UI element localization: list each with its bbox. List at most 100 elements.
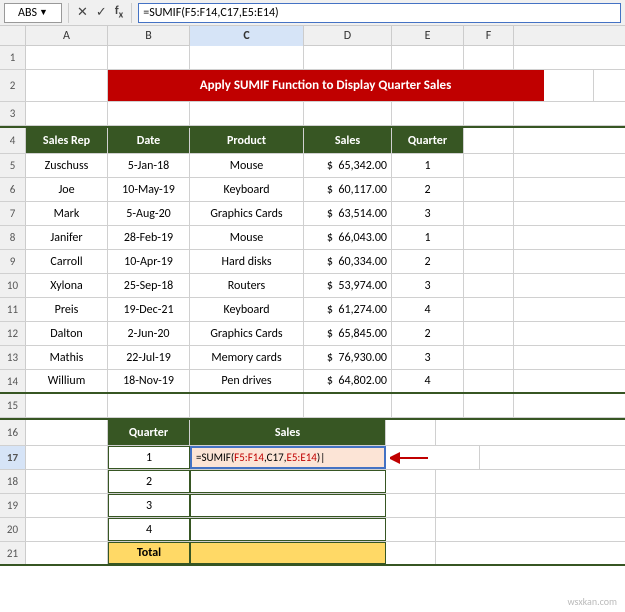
cell-quarter-9[interactable]: 2: [392, 250, 464, 273]
cancel-icon[interactable]: ✕: [75, 5, 90, 20]
cell-salesrep-7[interactable]: Mark: [26, 202, 108, 225]
cell-date-14[interactable]: 18-Nov-19: [108, 370, 190, 392]
cell-product-11[interactable]: Keyboard: [190, 298, 304, 321]
cell-f21[interactable]: [386, 542, 436, 564]
cell-sales-8[interactable]: $ 66,043.00: [304, 226, 392, 249]
cell-f2[interactable]: [544, 70, 594, 101]
cell-a15[interactable]: [26, 394, 108, 417]
cell-salesrep-5[interactable]: Zuschuss: [26, 154, 108, 177]
cell-product-6[interactable]: Keyboard: [190, 178, 304, 201]
cell-c1[interactable]: [190, 46, 304, 69]
cell-f19[interactable]: [386, 494, 436, 517]
cell-quarter-19[interactable]: 3: [108, 494, 190, 517]
cell-date-6[interactable]: 10-May-19: [108, 178, 190, 201]
cell-quarter-12[interactable]: 2: [392, 322, 464, 345]
cell-date-10[interactable]: 25-Sep-18: [108, 274, 190, 297]
cell-f6[interactable]: [464, 178, 514, 201]
cell-sales-13[interactable]: $ 76,930.00: [304, 346, 392, 369]
cell-f13[interactable]: [464, 346, 514, 369]
cell-f11[interactable]: [464, 298, 514, 321]
cell-d1[interactable]: [304, 46, 392, 69]
col-header-c[interactable]: B: [108, 26, 190, 46]
cell-sales-11[interactable]: $ 61,274.00: [304, 298, 392, 321]
cell-a20[interactable]: [26, 518, 108, 541]
cell-sales-9[interactable]: $ 60,334.00: [304, 250, 392, 273]
cell-f8[interactable]: [464, 226, 514, 249]
cell-a1[interactable]: [26, 46, 108, 69]
cell-sales-18[interactable]: [190, 470, 386, 493]
cell-f7[interactable]: [464, 202, 514, 225]
cell-f1[interactable]: [464, 46, 514, 69]
cell-product-8[interactable]: Mouse: [190, 226, 304, 249]
cell-quarter-8[interactable]: 1: [392, 226, 464, 249]
cell-f14[interactable]: [464, 370, 514, 392]
cell-f5[interactable]: [464, 154, 514, 177]
cell-sales-12[interactable]: $ 65,845.00: [304, 322, 392, 345]
cell-salesrep-14[interactable]: Willium: [26, 370, 108, 392]
col-header-e[interactable]: D: [304, 26, 392, 46]
cell-d3[interactable]: [304, 102, 392, 125]
cell-salesrep-8[interactable]: Janifer: [26, 226, 108, 249]
cell-sales-7[interactable]: $ 63,514.00: [304, 202, 392, 225]
cell-f3[interactable]: [464, 102, 514, 125]
cell-f17[interactable]: [430, 446, 480, 469]
cell-f15[interactable]: [464, 394, 514, 417]
cell-sales-14[interactable]: $ 64,802.00: [304, 370, 392, 392]
insert-function-icon[interactable]: fx: [113, 4, 125, 20]
cell-sales-20[interactable]: [190, 518, 386, 541]
col-header-d[interactable]: C: [190, 26, 304, 46]
cell-a17[interactable]: [26, 446, 108, 469]
cell-f20[interactable]: [386, 518, 436, 541]
cell-salesrep-9[interactable]: Carroll: [26, 250, 108, 273]
cell-a3[interactable]: [26, 102, 108, 125]
dropdown-icon[interactable]: ▼: [39, 7, 48, 18]
cell-quarter-20[interactable]: 4: [108, 518, 190, 541]
cell-quarter-11[interactable]: 4: [392, 298, 464, 321]
cell-f12[interactable]: [464, 322, 514, 345]
cell-a18[interactable]: [26, 470, 108, 493]
confirm-icon[interactable]: ✓: [94, 5, 109, 20]
cell-quarter-18[interactable]: 2: [108, 470, 190, 493]
cell-sales-6[interactable]: $ 60,117.00: [304, 178, 392, 201]
cell-b15[interactable]: [108, 394, 190, 417]
cell-product-12[interactable]: Graphics Cards: [190, 322, 304, 345]
cell-e15[interactable]: [392, 394, 464, 417]
cell-c15[interactable]: [190, 394, 304, 417]
cell-b3[interactable]: [108, 102, 190, 125]
cell-a2[interactable]: [26, 70, 108, 101]
cell-formula-17[interactable]: =SUMIF(F5:F14,C17,E5:E14)|: [190, 446, 386, 469]
cell-product-14[interactable]: Pen drives: [190, 370, 304, 392]
cell-f16[interactable]: [386, 420, 436, 445]
formula-input[interactable]: [138, 3, 621, 23]
cell-quarter-17[interactable]: 1: [108, 446, 190, 469]
cell-salesrep-6[interactable]: Joe: [26, 178, 108, 201]
cell-product-7[interactable]: Graphics Cards: [190, 202, 304, 225]
cell-e3[interactable]: [392, 102, 464, 125]
cell-sales-10[interactable]: $ 53,974.00: [304, 274, 392, 297]
col-header-f[interactable]: E: [392, 26, 464, 46]
cell-date-11[interactable]: 19-Dec-21: [108, 298, 190, 321]
cell-product-10[interactable]: Routers: [190, 274, 304, 297]
cell-date-9[interactable]: 10-Apr-19: [108, 250, 190, 273]
cell-f9[interactable]: [464, 250, 514, 273]
cell-f18[interactable]: [386, 470, 436, 493]
cell-date-8[interactable]: 28-Feb-19: [108, 226, 190, 249]
cell-reference-box[interactable]: ABS ▼: [4, 3, 62, 23]
cell-quarter-5[interactable]: 1: [392, 154, 464, 177]
cell-salesrep-13[interactable]: Mathis: [26, 346, 108, 369]
cell-quarter-10[interactable]: 3: [392, 274, 464, 297]
cell-b1[interactable]: [108, 46, 190, 69]
cell-c3[interactable]: [190, 102, 304, 125]
cell-date-5[interactable]: 5-Jan-18: [108, 154, 190, 177]
cell-a21[interactable]: [26, 542, 108, 564]
cell-sales-5[interactable]: $ 65,342.00: [304, 154, 392, 177]
cell-product-13[interactable]: Memory cards: [190, 346, 304, 369]
cell-quarter-6[interactable]: 2: [392, 178, 464, 201]
cell-date-12[interactable]: 2-Jun-20: [108, 322, 190, 345]
cell-f10[interactable]: [464, 274, 514, 297]
col-header-g[interactable]: F: [464, 26, 514, 46]
cell-quarter-14[interactable]: 4: [392, 370, 464, 392]
cell-e1[interactable]: [392, 46, 464, 69]
cell-quarter-13[interactable]: 3: [392, 346, 464, 369]
cell-salesrep-11[interactable]: Preis: [26, 298, 108, 321]
